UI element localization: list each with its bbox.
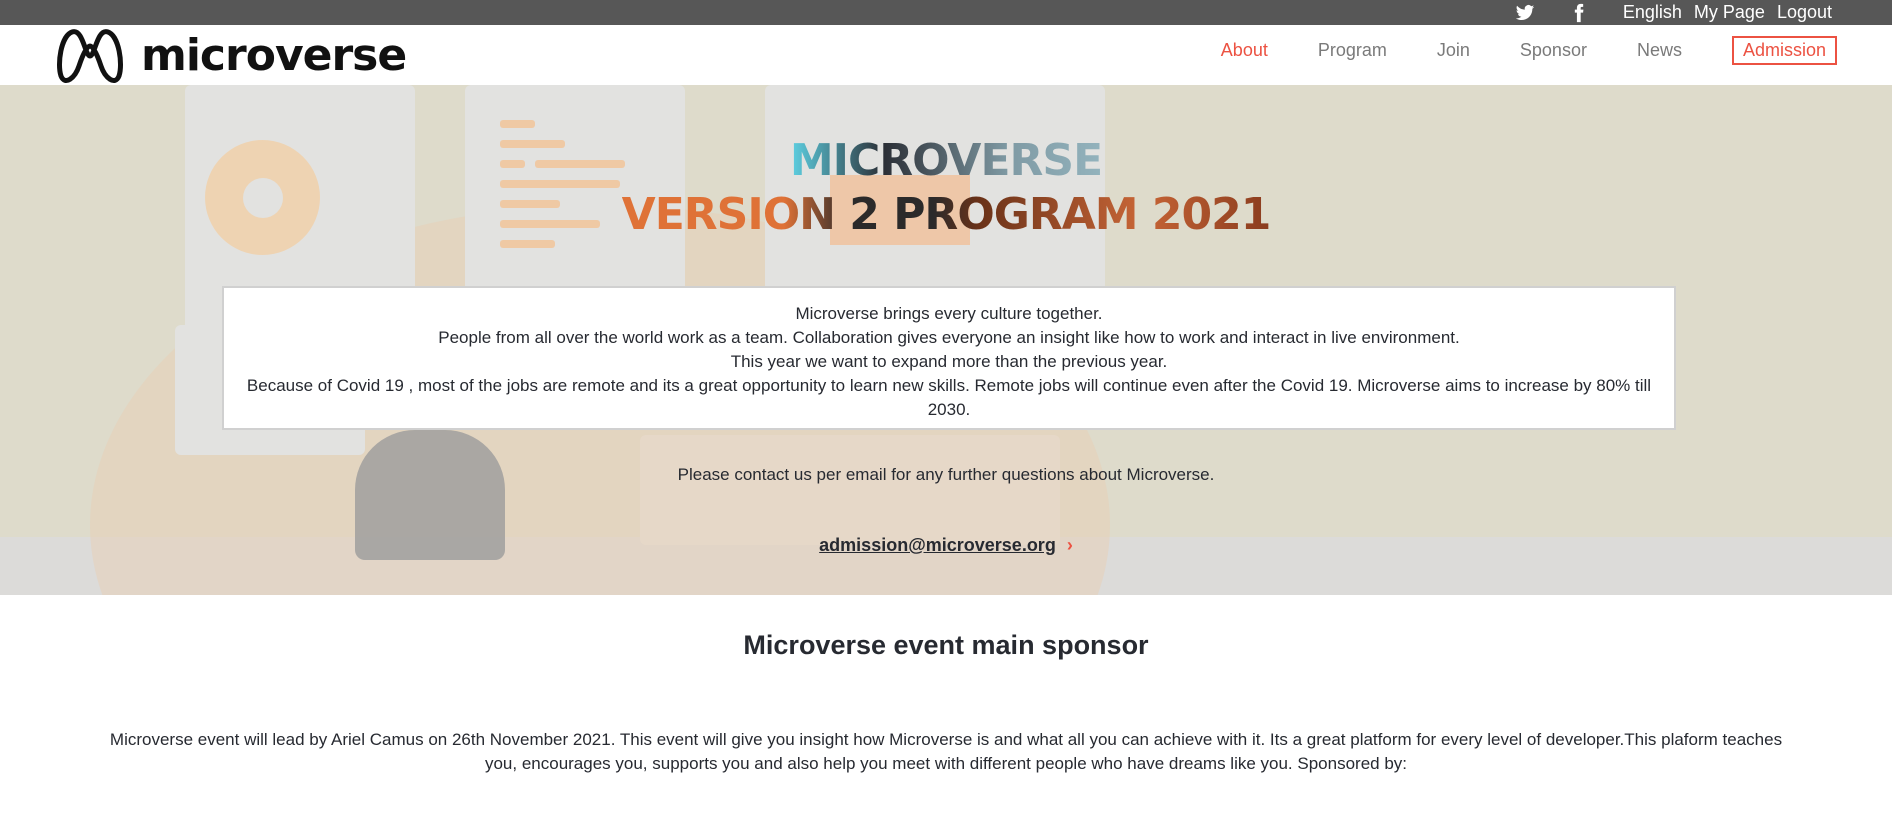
hero-title-line2: VERSION 2 PROGRAM 2021 (622, 187, 1272, 243)
nav-join[interactable]: Join (1437, 40, 1470, 61)
sponsor-section-title: Microverse event main sponsor (743, 630, 1149, 660)
utility-links: English My Page Logout (1515, 0, 1832, 25)
nav-about[interactable]: About (1221, 40, 1268, 61)
site-header: microverse About Program Join Sponsor Ne… (0, 25, 1892, 85)
logo[interactable]: microverse (55, 25, 407, 85)
hero-title: MICROVERSE VERSION 2 PROGRAM 2021 (0, 135, 1892, 243)
about-line: People from all over the world work as a… (438, 328, 1460, 347)
about-line: Because of Covid 19 , most of the jobs a… (246, 376, 1652, 419)
admission-button[interactable]: Admission (1731, 35, 1837, 65)
logout-link[interactable]: Logout (1777, 2, 1832, 23)
microverse-logo-icon (56, 29, 124, 83)
email-row: admission@microverse.org › (0, 535, 1892, 556)
main-nav: About Program Join Sponsor News Admissio… (1171, 25, 1837, 75)
hero-section: MICROVERSE VERSION 2 PROGRAM 2021 Microv… (0, 85, 1892, 595)
nav-news[interactable]: News (1637, 40, 1682, 61)
about-box: Microverse brings every culture together… (222, 286, 1676, 430)
top-utility-bar: English My Page Logout (0, 0, 1892, 25)
about-line: This year we want to expand more than th… (730, 352, 1168, 371)
chevron-right-icon[interactable]: › (1067, 535, 1073, 555)
nav-sponsor[interactable]: Sponsor (1520, 40, 1587, 61)
about-line: Microverse brings every culture together… (795, 304, 1103, 323)
contact-text: Please contact us per email for any furt… (677, 465, 1215, 484)
facebook-icon[interactable] (1569, 3, 1589, 23)
illustration-panel (640, 435, 1060, 545)
twitter-icon[interactable] (1515, 3, 1535, 23)
sponsor-description: Microverse event will lead by Ariel Camu… (109, 730, 1783, 773)
logo-wordmark: microverse (141, 29, 407, 81)
email-link[interactable]: admission@microverse.org (819, 535, 1056, 555)
language-link[interactable]: English (1623, 2, 1682, 23)
my-page-link[interactable]: My Page (1694, 2, 1765, 23)
hero-title-line1: MICROVERSE (789, 135, 1103, 186)
illustration-bar (500, 120, 535, 128)
nav-program[interactable]: Program (1318, 40, 1387, 61)
